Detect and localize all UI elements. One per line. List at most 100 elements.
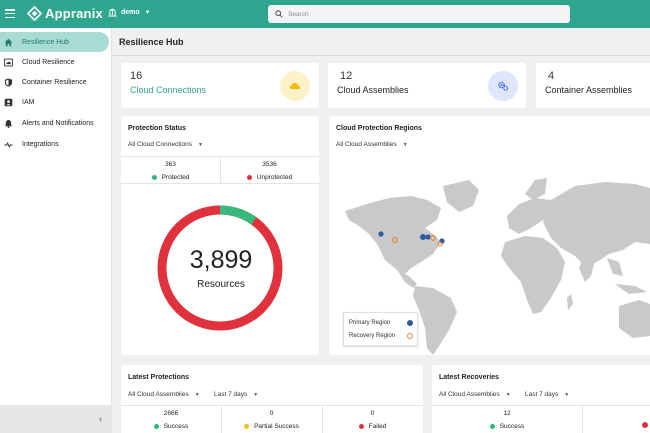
latest-protections-card: Latest Protections All Cloud Assemblies … — [121, 365, 423, 433]
sidebar-item-label: Integrations — [22, 140, 59, 148]
status-dot-icon — [358, 424, 364, 429]
stat-value: 12 — [340, 70, 353, 82]
integrations-icon — [4, 141, 13, 148]
recovery-ring-icon — [407, 333, 413, 339]
primary-region-marker — [425, 234, 431, 240]
legend-label: Primary Region — [349, 320, 391, 326]
primary-dot-icon — [407, 320, 413, 326]
status-dot-icon — [489, 424, 495, 429]
dropdown-value: All Cloud Assemblies — [439, 391, 500, 398]
card-title: Latest Protections — [128, 374, 190, 381]
metric-value: 2666 — [163, 410, 179, 417]
map-southeast-asia — [607, 258, 623, 276]
metric-value: 0 — [269, 410, 274, 417]
map-indonesia — [615, 284, 647, 294]
chevron-down-icon: ▼ — [144, 9, 151, 16]
recoveries-period-dropdown[interactable]: Last 7 days ▼ — [525, 391, 569, 398]
map-australia — [619, 300, 650, 338]
status-dot-icon — [153, 424, 159, 429]
home-icon — [4, 38, 13, 46]
protections-period-dropdown[interactable]: Last 7 days ▼ — [214, 391, 258, 398]
legend-recovery: Recovery Region — [349, 333, 413, 339]
map-scandinavia — [525, 178, 547, 200]
map-central-america — [397, 270, 417, 288]
metric-value: 0 — [370, 410, 375, 417]
hamburger-menu-icon[interactable] — [5, 9, 15, 18]
sidebar-item-container-resilience[interactable]: Container Resilience — [0, 72, 109, 92]
stat-value: 4 — [548, 70, 555, 82]
cloud-icon — [280, 71, 310, 101]
dropdown-value: Last 7 days — [214, 391, 248, 398]
sidebar-item-iam[interactable]: IAM — [0, 92, 109, 112]
bell-icon — [4, 119, 13, 128]
map-africa — [501, 236, 565, 314]
metric-label: Success — [163, 423, 189, 430]
search-icon — [275, 10, 283, 18]
status-dot-icon — [642, 422, 648, 428]
sidebar-footer: ‹ — [0, 405, 112, 433]
divider — [582, 405, 583, 433]
stat-card-cloud-assemblies[interactable]: 12 Cloud Assemblies — [328, 63, 526, 108]
protection-donut-chart — [157, 205, 283, 331]
protections-assembly-dropdown[interactable]: All Cloud Assemblies ▼ — [128, 391, 200, 398]
divider — [121, 405, 423, 406]
stat-card-container-assemblies[interactable]: 4 Container Assemblies — [536, 63, 650, 108]
shield-icon — [4, 77, 13, 87]
sidebar-item-label: Cloud Resilience — [22, 58, 75, 66]
recoveries-assembly-dropdown[interactable]: All Cloud Assemblies ▼ — [439, 391, 511, 398]
gears-icon — [488, 71, 518, 101]
sidebar-item-integrations[interactable]: Integrations — [0, 134, 109, 154]
divider — [112, 55, 650, 56]
metric-value: 12 — [503, 410, 511, 417]
legend-label: Recovery Region — [349, 333, 396, 339]
sidebar-item-label: Resilience Hub — [22, 38, 70, 46]
chevron-down-icon: ▼ — [194, 391, 200, 398]
search-placeholder: Search — [288, 10, 309, 18]
total-resources-label: Resources — [197, 279, 245, 290]
map-madagascar — [567, 294, 573, 310]
sidebar-item-label: IAM — [22, 98, 35, 106]
metric-label: Partial Success — [254, 423, 299, 430]
page-title: Resilience Hub — [119, 37, 184, 47]
metric-label: Success — [499, 423, 525, 430]
divider — [432, 405, 650, 406]
map-legend: Primary Region Recovery Region — [343, 312, 418, 346]
chevron-down-icon: ▼ — [253, 391, 259, 398]
sidebar-item-resilience-hub[interactable]: Resilience Hub — [0, 32, 109, 52]
sidebar-item-label: Alerts and Notifications — [22, 119, 94, 127]
protections-failed-metric[interactable]: 0 Failed — [322, 410, 423, 430]
dropdown-value: Last 7 days — [525, 391, 559, 398]
primary-region-marker — [378, 231, 384, 237]
protections-success-metric[interactable]: 2666 Success — [121, 410, 221, 430]
app-logo[interactable]: Appranix — [27, 6, 103, 21]
primary-region-marker — [420, 234, 426, 240]
stat-label: Cloud Assemblies — [337, 85, 409, 95]
sidebar-item-label: Container Resilience — [22, 78, 87, 86]
search-input[interactable]: Search — [268, 5, 570, 23]
bank-icon — [108, 8, 117, 17]
card-title: Latest Recoveries — [439, 374, 499, 381]
map-greenland — [443, 180, 479, 212]
sidebar-item-cloud-resilience[interactable]: Cloud Resilience — [0, 52, 109, 72]
protections-partial-metric[interactable]: 0 Partial Success — [221, 410, 322, 430]
top-bar: Appranix demo ▼ Search — [0, 0, 650, 28]
tenant-name: demo — [121, 9, 140, 16]
map-south-america — [413, 286, 457, 355]
sidebar: Resilience Hub Cloud Resilience Containe… — [0, 28, 112, 433]
stat-card-cloud-connections[interactable]: 16 Cloud Connections — [121, 63, 319, 108]
collapse-sidebar-icon[interactable]: ‹ — [99, 414, 102, 424]
sidebar-item-alerts[interactable]: Alerts and Notifications — [0, 113, 109, 133]
recoveries-success-metric[interactable]: 12 Success — [457, 410, 557, 430]
brand-name: Appranix — [45, 6, 103, 21]
stat-label: Container Assemblies — [545, 85, 633, 95]
chevron-down-icon: ▼ — [505, 391, 511, 398]
dropdown-value: All Cloud Assemblies — [128, 391, 189, 398]
total-resources-value: 3,899 — [189, 246, 253, 274]
stat-value: 16 — [130, 70, 143, 82]
metric-label: Failed — [368, 423, 387, 430]
donut-protected-arc — [219, 205, 257, 225]
chevron-down-icon: ▼ — [564, 391, 570, 398]
status-dot-icon — [244, 424, 250, 429]
latest-recoveries-card: Latest Recoveries All Cloud Assemblies ▼… — [432, 365, 650, 433]
tenant-selector[interactable]: demo ▼ — [108, 8, 151, 17]
